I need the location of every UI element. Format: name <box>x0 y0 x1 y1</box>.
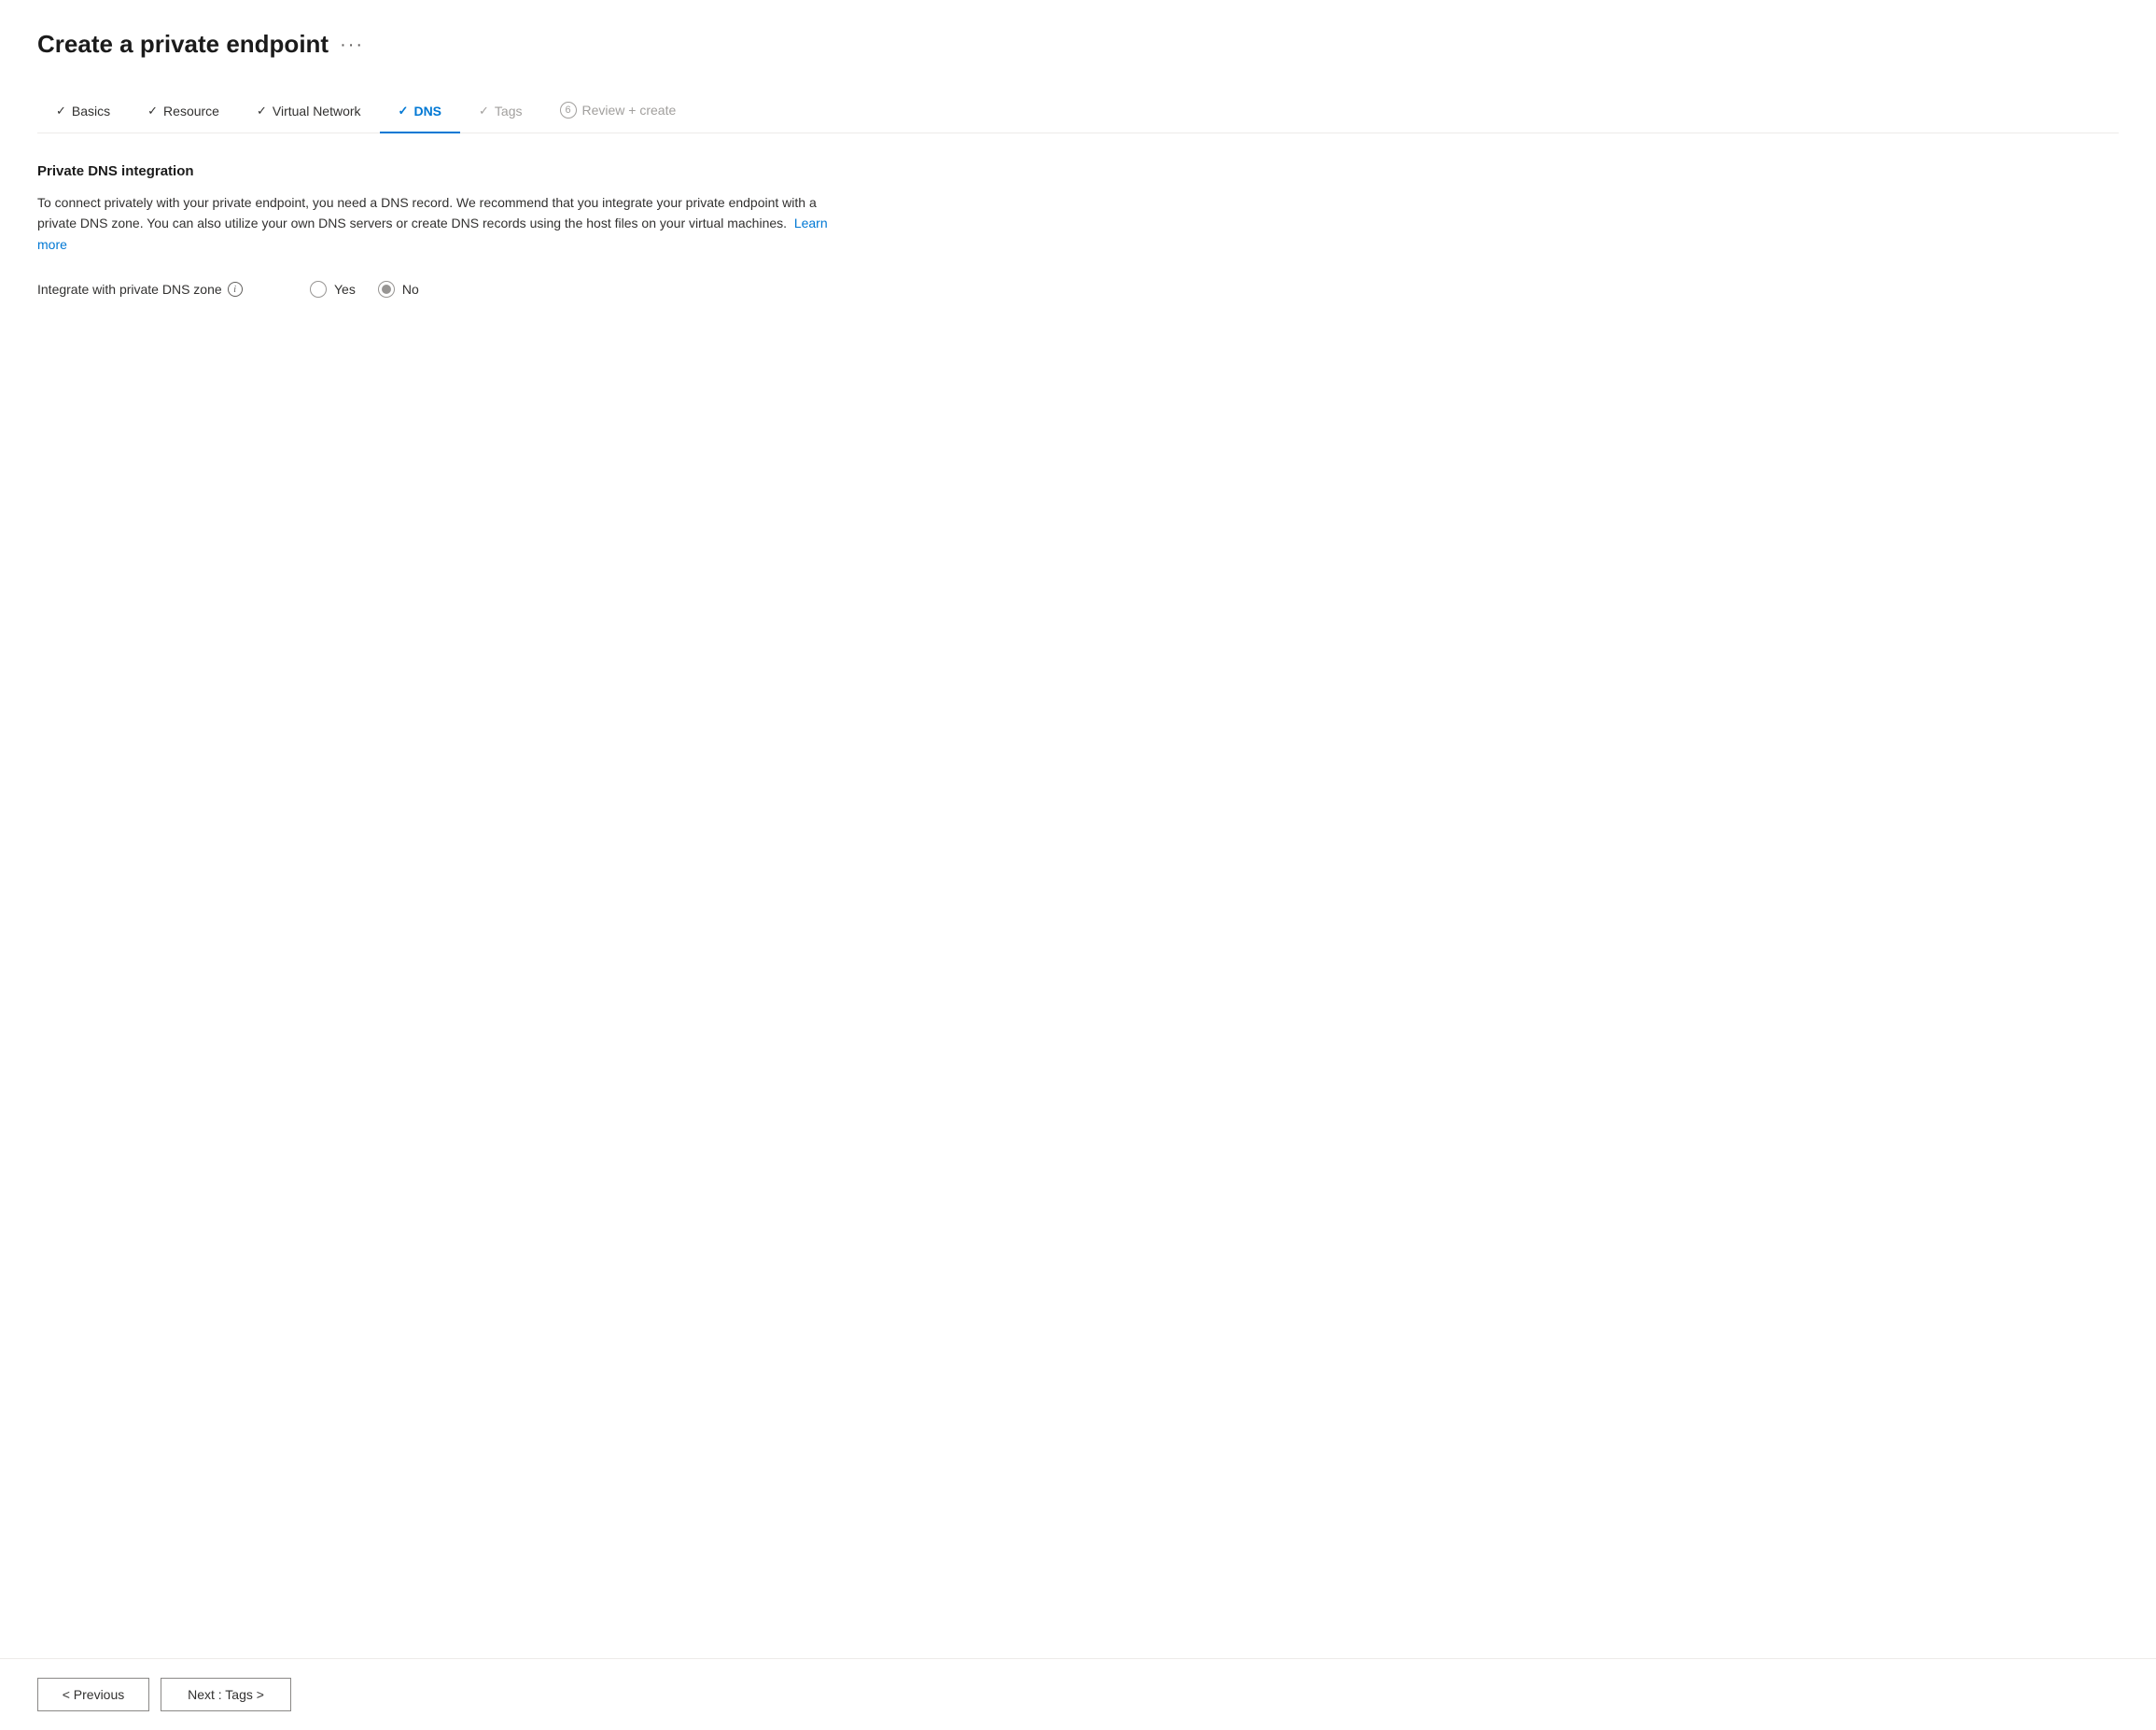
radio-label-yes: Yes <box>334 282 356 297</box>
radio-option-no[interactable]: No <box>378 281 419 298</box>
next-button[interactable]: Next : Tags > <box>161 1678 291 1711</box>
tab-virtual-network[interactable]: ✓ Virtual Network <box>238 94 380 133</box>
radio-circle-no[interactable] <box>378 281 395 298</box>
tab-resource-label: Resource <box>163 104 219 119</box>
dns-integration-row: Integrate with private DNS zone i Yes No <box>37 281 877 298</box>
tab-resource[interactable]: ✓ Resource <box>129 94 238 133</box>
check-icon-tags: ✓ <box>479 104 489 119</box>
radio-label-no: No <box>402 282 419 297</box>
tab-tags: ✓ Tags <box>460 94 540 133</box>
tab-virtual-network-label: Virtual Network <box>273 104 361 119</box>
tab-basics-label: Basics <box>72 104 110 119</box>
tab-review-create-label: Review + create <box>582 103 677 118</box>
tab-dns-label: DNS <box>413 104 441 119</box>
tab-review-create: 6 Review + create <box>541 92 695 133</box>
tab-dns[interactable]: ✓ DNS <box>380 94 460 133</box>
previous-button[interactable]: < Previous <box>37 1678 149 1711</box>
radio-circle-yes[interactable] <box>310 281 327 298</box>
footer: < Previous Next : Tags > <box>0 1658 2156 1730</box>
info-icon[interactable]: i <box>228 282 243 297</box>
dns-integration-label: Integrate with private DNS zone i <box>37 282 280 297</box>
check-icon-basics: ✓ <box>56 104 66 119</box>
content-area: Private DNS integration To connect priva… <box>37 163 877 1621</box>
check-icon-resource: ✓ <box>147 104 158 119</box>
section-description: To connect privately with your private e… <box>37 192 840 255</box>
ellipsis-menu-button[interactable]: ··· <box>340 35 364 56</box>
description-text: To connect privately with your private e… <box>37 195 817 230</box>
step-number-review: 6 <box>560 102 577 119</box>
page-title: Create a private endpoint <box>37 30 329 59</box>
section-title: Private DNS integration <box>37 163 877 179</box>
check-icon-dns: ✓ <box>399 104 409 119</box>
tab-basics[interactable]: ✓ Basics <box>37 94 129 133</box>
radio-option-yes[interactable]: Yes <box>310 281 356 298</box>
label-text: Integrate with private DNS zone <box>37 282 222 297</box>
dns-integration-radio-group: Yes No <box>310 281 419 298</box>
tab-tags-label: Tags <box>495 104 523 119</box>
wizard-tabs: ✓ Basics ✓ Resource ✓ Virtual Network ✓ … <box>37 92 2119 133</box>
check-icon-virtual-network: ✓ <box>257 104 267 119</box>
